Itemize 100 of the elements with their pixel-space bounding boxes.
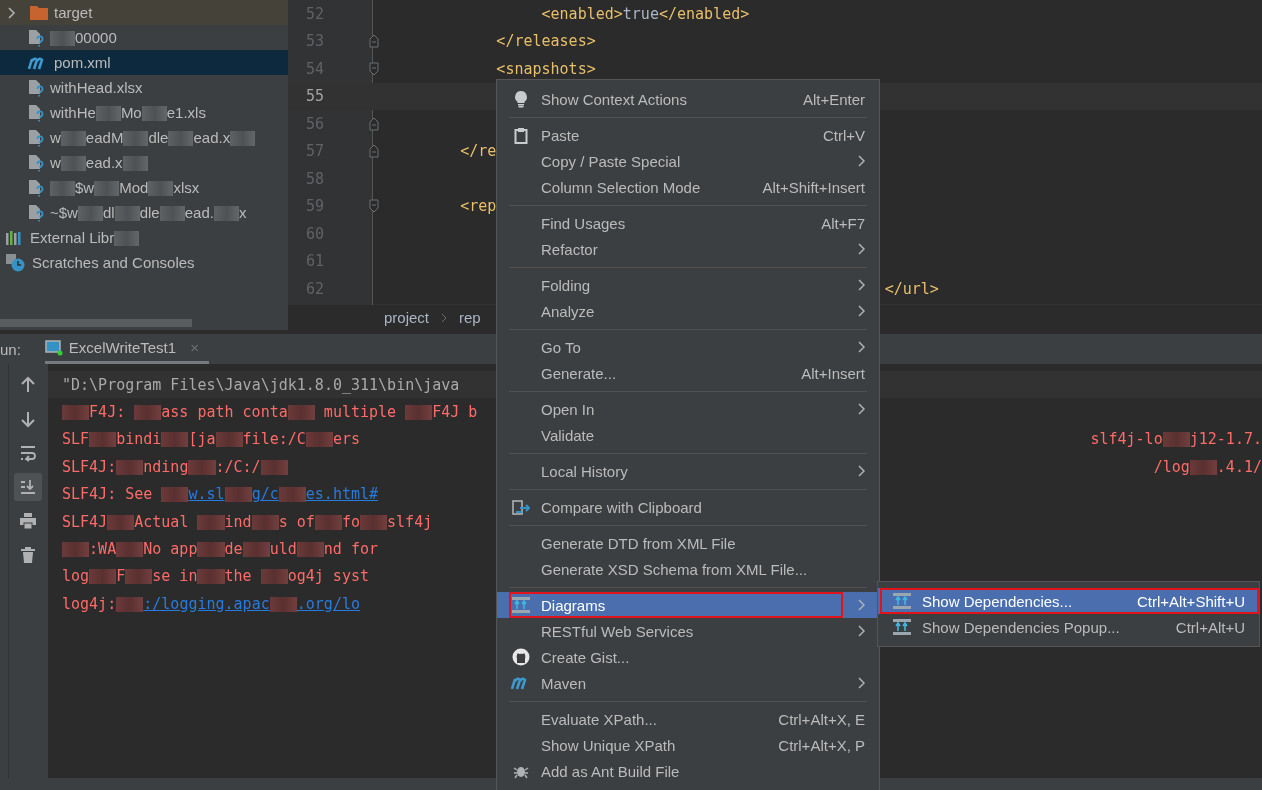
file-name: External Libr	[30, 228, 140, 247]
tree-row[interactable]: w ead.x	[0, 150, 288, 175]
scrollbar[interactable]	[0, 319, 192, 327]
print-icon	[19, 512, 38, 530]
clipboard-icon	[514, 126, 528, 144]
file-name: target	[54, 4, 93, 21]
menu-item[interactable]: Create Gist...	[497, 644, 879, 670]
console-line: SLF4J: nding :/C:/	[48, 457, 288, 476]
file-name: pom.xml	[54, 54, 111, 71]
file-name: Scratches and Consoles	[32, 254, 195, 271]
unknown-file-icon	[28, 78, 44, 97]
redaction-mosaic	[89, 569, 117, 585]
menu-item[interactable]: Find Usages Alt+F7	[497, 210, 879, 236]
menu-item[interactable]: Add as Ant Build File	[497, 758, 879, 784]
tree-row[interactable]: Scratches and Consoles	[0, 250, 288, 275]
redaction-mosaic	[168, 131, 194, 147]
menu-item[interactable]: Maven	[497, 670, 879, 696]
tree-row[interactable]: 00000	[0, 25, 288, 50]
tree-row[interactable]: $w Mod xlsx	[0, 175, 288, 200]
code-text: </url>	[884, 279, 939, 298]
compare-icon	[512, 498, 530, 516]
menu-item[interactable]: Show Dependencies Popup... Ctrl+Alt+U	[878, 614, 1259, 640]
code-text: <enabled>true</enabled>	[541, 4, 750, 23]
redaction-mosaic	[314, 514, 342, 530]
line-number: 55	[304, 87, 324, 106]
console-link[interactable]: :/logging.apac	[143, 594, 270, 613]
tree-row[interactable]: External Libr	[0, 225, 288, 250]
fold-marker-icon[interactable]	[369, 144, 379, 159]
menu-item[interactable]: Paste Ctrl+V	[497, 122, 879, 148]
menu-item[interactable]: Compare with Clipboard	[497, 494, 879, 520]
tree-row[interactable]: w eadM dle ead.x	[0, 125, 288, 150]
redaction-mosaic	[359, 514, 388, 530]
redaction-mosaic	[123, 131, 149, 147]
run-tab[interactable]: ExcelWriteTest1 ×	[44, 334, 209, 364]
menu-item[interactable]: Generate XSD Schema from XML File...	[497, 556, 879, 582]
menu-item[interactable]: Copy / Paste Special	[497, 148, 879, 174]
redaction-mosaic	[215, 432, 243, 448]
down-arrow-icon	[19, 410, 38, 428]
console-link[interactable]: w.sl	[188, 485, 225, 504]
menu-item[interactable]: Show Unique XPath Ctrl+Alt+X, P	[497, 732, 879, 758]
console-line: /log .4.1/	[1153, 457, 1262, 476]
menu-item[interactable]: Generate... Alt+Insert	[497, 360, 879, 386]
redaction-mosaic	[251, 514, 279, 530]
redaction-mosaic	[1162, 432, 1190, 448]
redaction-mosaic	[116, 596, 144, 612]
console-line: log4j: :/logging.apac .org/lo	[61, 594, 360, 613]
menu-item[interactable]: Folding	[497, 272, 879, 298]
redaction-mosaic	[50, 181, 75, 197]
fold-marker-icon[interactable]	[369, 116, 379, 131]
menu-item[interactable]: Generate DTD from XML File	[497, 530, 879, 556]
redaction-mosaic	[60, 156, 86, 172]
file-name: 00000	[50, 28, 117, 47]
shortcut-label: Alt+Shift+Insert	[762, 178, 865, 196]
console-link[interactable]: .org/lo	[296, 594, 360, 613]
redaction-mosaic	[95, 106, 121, 122]
redaction-mosaic	[260, 459, 288, 475]
library-icon	[6, 230, 24, 245]
unknown-file-icon	[28, 28, 44, 47]
fold-marker-icon[interactable]	[369, 34, 379, 49]
redaction-mosaic	[161, 487, 189, 503]
tree-row[interactable]: withHe Mo e1.xls	[0, 100, 288, 125]
fold-marker-icon[interactable]	[369, 61, 379, 76]
tree-row[interactable]: withHead.xlsx	[0, 75, 288, 100]
menu-item[interactable]: Show Context Actions Alt+Enter	[497, 86, 879, 112]
unknown-file-icon	[28, 178, 44, 197]
code-text: </re	[460, 142, 497, 161]
code-text: <rep	[460, 197, 497, 216]
menu-item[interactable]: RESTful Web Services	[497, 618, 879, 644]
console-link[interactable]: g/c	[251, 485, 279, 504]
scroll-to-end-button[interactable]	[14, 473, 43, 501]
redaction-mosaic	[224, 487, 252, 503]
redaction-mosaic	[77, 206, 103, 222]
menu-item[interactable]: Local History	[497, 458, 879, 484]
menu-item[interactable]: Diagrams	[497, 592, 879, 618]
breadcrumb[interactable]: project	[384, 309, 430, 327]
redaction-mosaic	[116, 542, 144, 558]
menu-item[interactable]: Show Dependencies... Ctrl+Alt+Shift+U	[878, 588, 1259, 614]
menu-item[interactable]: Validate	[497, 422, 879, 448]
breadcrumb[interactable]: rep	[459, 309, 481, 327]
menu-item[interactable]: Refactor	[497, 236, 879, 262]
fold-marker-icon[interactable]	[369, 199, 379, 214]
tree-row[interactable]: target	[0, 0, 288, 25]
redaction-mosaic	[159, 206, 185, 222]
chevron-icon[interactable]	[8, 6, 16, 19]
menu-item[interactable]: Open In	[497, 396, 879, 422]
tree-row[interactable]: ~$w dl dle ead. x	[0, 200, 288, 225]
lightbulb-icon	[514, 90, 528, 108]
menu-item[interactable]: Column Selection Mode Alt+Shift+Insert	[497, 174, 879, 200]
redaction-mosaic	[114, 206, 140, 222]
menu-item[interactable]: Go To	[497, 334, 879, 360]
redaction-mosaic	[296, 542, 324, 558]
console-link[interactable]: es.html#	[305, 485, 379, 504]
menu-item[interactable]: Evaluate XPath... Ctrl+Alt+X, E	[497, 706, 879, 732]
diagram-icon	[893, 619, 911, 635]
run-label: un:	[0, 340, 21, 358]
redaction-mosaic	[405, 405, 433, 421]
file-name: ~$w dl dle ead. x	[50, 203, 247, 222]
menu-item[interactable]: Analyze	[497, 298, 879, 324]
selected-tree-row[interactable]: pom.xml	[0, 50, 288, 75]
console-line: slf4j-lo j12-1.7.	[1090, 430, 1262, 449]
